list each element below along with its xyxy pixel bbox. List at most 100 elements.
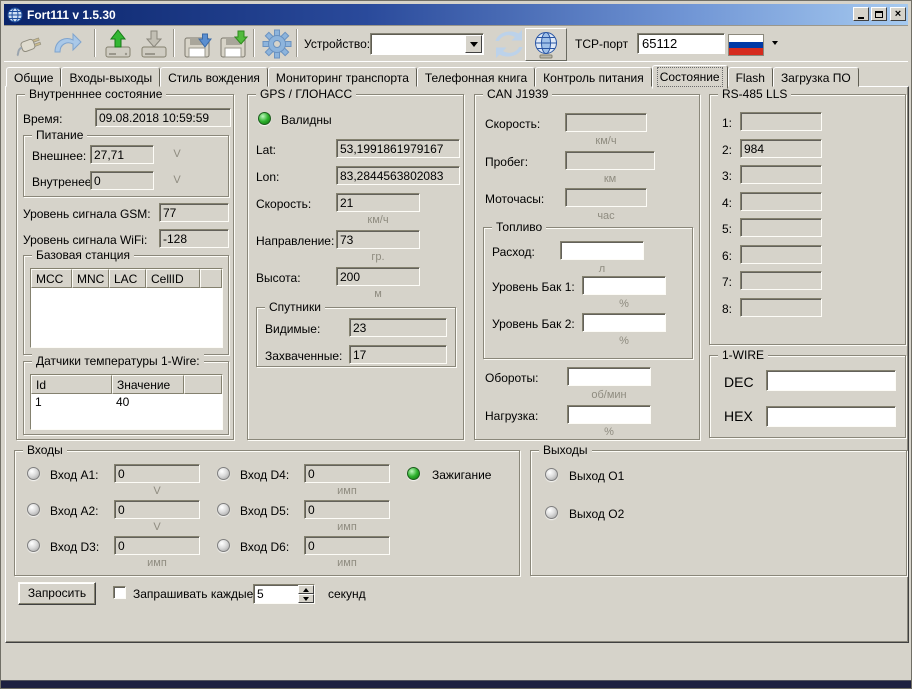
tank1-unit: % [582,298,666,310]
minimize-button[interactable] [853,7,869,21]
tcp-port-input[interactable]: 65112 [637,33,725,54]
title-bar[interactable]: Fort111 v 1.5.30 × [4,4,908,25]
tab-inputs-outputs[interactable]: Входы-выходы [61,67,160,87]
rs485-row-label: 7: [722,275,732,289]
engine-hours-field[interactable] [565,188,647,207]
tank1-field[interactable] [582,276,666,295]
altitude-field[interactable]: 200 [336,267,420,286]
wifi-level-field[interactable]: -128 [159,229,229,248]
settings-button[interactable] [258,27,295,60]
rs485-field-4[interactable] [740,192,822,211]
external-power-field[interactable]: 27,71 [90,145,154,164]
column-header[interactable]: CellID [146,269,200,288]
rs485-field-7[interactable] [740,271,822,290]
rpm-unit: об/мин [567,389,651,401]
base-station-body[interactable] [31,288,222,347]
course-field[interactable]: 73 [336,230,420,249]
maximize-button[interactable] [871,7,887,21]
read-device-button[interactable] [135,27,172,60]
tab-firmware-upload[interactable]: Загрузка ПО [773,67,859,87]
tab-transport-monitoring[interactable]: Мониторинг транспорта [268,67,417,87]
window-title: Fort111 v 1.5.30 [27,8,116,22]
language-dropdown-icon[interactable] [772,41,778,45]
tab-power-control[interactable]: Контроль питания [535,67,652,87]
rs485-field-2[interactable]: 984 [740,139,822,158]
close-button[interactable]: × [890,7,906,21]
base-station-table[interactable]: MCC MNC LAC CellID [30,268,223,348]
tcp-mode-button[interactable] [525,28,567,61]
reconnect-button[interactable] [48,27,85,60]
sats-used-field[interactable]: 17 [349,345,447,364]
column-header[interactable]: Значение [112,375,184,394]
rs485-field-8[interactable] [740,298,822,317]
input-d4-led [217,467,230,480]
device-label: Устройство: [304,37,370,51]
can-speed-field[interactable] [565,113,647,132]
spin-up-button[interactable] [298,585,314,594]
input-d3-field[interactable]: 0 [114,536,200,555]
hex-field[interactable] [766,406,896,427]
rs485-row-label: 8: [722,302,732,316]
minimize-icon [858,17,864,19]
input-a1-field[interactable]: 0 [114,464,200,483]
tab-status[interactable]: Состояние [652,65,728,89]
input-d4-field[interactable]: 0 [304,464,390,483]
lon-field[interactable]: 83,2844563802083 [336,166,460,185]
device-combobox[interactable] [370,33,484,55]
tab-phonebook[interactable]: Телефонная книга [417,67,535,87]
output-o2-led [545,506,558,519]
load-file-button[interactable] [179,27,216,60]
column-header[interactable]: LAC [109,269,146,288]
download-drive-icon [137,29,171,59]
app-icon[interactable] [7,7,23,23]
can-title: CAN J1939 [483,87,552,101]
ignition-label: Зажигание [432,468,491,482]
mileage-field[interactable] [565,151,655,170]
request-button[interactable]: Запросить [18,582,96,605]
temp-sensors-table[interactable]: Id Значение 1 40 [30,374,223,430]
tab-general[interactable]: Общие [6,67,61,87]
refresh-devices-button[interactable] [490,27,527,60]
tab-driving-style[interactable]: Стиль вождения [160,67,268,87]
table-row[interactable]: 1 40 [31,394,222,411]
gps-speed-field[interactable]: 21 [336,193,420,212]
fuel-rate-field[interactable] [560,241,644,260]
can-speed-label: Скорость: [485,117,540,131]
flag-stripe-white [729,35,763,42]
rpm-field[interactable] [567,367,651,386]
spin-down-button[interactable] [298,594,314,603]
time-field[interactable]: 09.08.2018 10:59:59 [95,108,231,127]
tcp-port-label: TCP-порт [575,37,628,51]
tank2-unit: % [582,335,666,347]
rs485-row-label: 4: [722,196,732,210]
gsm-level-field[interactable]: 77 [159,203,229,222]
internal-power-label: Внутренее: [32,175,95,189]
engine-load-field[interactable] [567,405,651,424]
rs485-field-6[interactable] [740,245,822,264]
connect-button[interactable] [10,27,47,60]
save-file-button[interactable] [215,27,252,60]
internal-power-field[interactable]: 0 [90,171,154,190]
rs485-field-3[interactable] [740,165,822,184]
input-d6-field[interactable]: 0 [304,536,390,555]
rs485-field-5[interactable] [740,218,822,237]
tab-flash[interactable]: Flash [728,67,773,87]
column-header[interactable]: MCC [31,269,72,288]
interval-spinner[interactable]: 5 [253,584,315,604]
write-device-button[interactable] [99,27,136,60]
device-combobox-arrow[interactable] [465,35,482,53]
maximize-icon [875,11,883,18]
sats-visible-field[interactable]: 23 [349,318,447,337]
lat-field[interactable]: 53,1991861979167 [336,139,460,158]
tank2-field[interactable] [582,313,666,332]
temp-sensors-body[interactable]: 1 40 [31,394,222,429]
rs485-field-1[interactable] [740,112,822,131]
column-header[interactable]: MNC [72,269,109,288]
dec-field[interactable] [766,370,896,391]
poll-checkbox[interactable] [113,586,126,599]
input-a2-field[interactable]: 0 [114,500,200,519]
lon-label: Lon: [256,170,279,184]
language-flag-button[interactable] [728,34,764,56]
column-header[interactable]: Id [31,375,112,394]
input-d5-field[interactable]: 0 [304,500,390,519]
